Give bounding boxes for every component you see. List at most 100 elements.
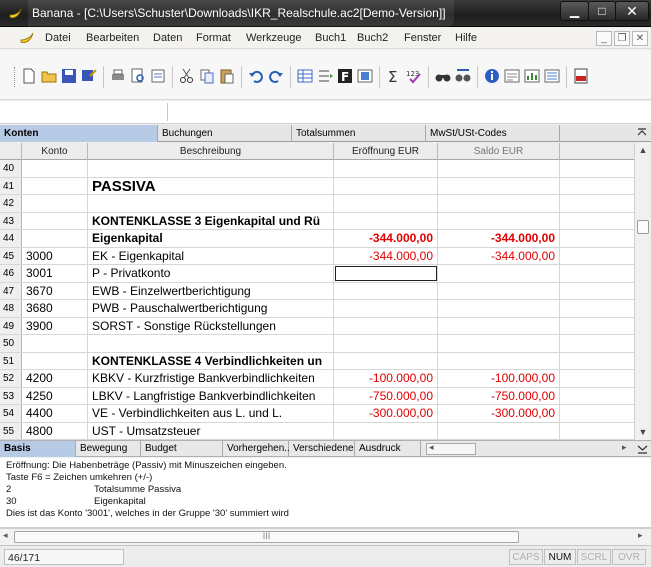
cell-beschreibung[interactable] <box>88 160 334 177</box>
row-number[interactable]: 50 <box>0 335 22 352</box>
menu-daten[interactable]: Daten <box>153 28 182 49</box>
cell-saldo[interactable] <box>438 317 560 334</box>
cell-konto[interactable] <box>22 160 88 177</box>
tab-totalsummen[interactable]: Totalsummen <box>292 125 426 142</box>
tabs-scroll-left-icon[interactable]: ◂ <box>429 442 434 453</box>
menu-werkzeuge[interactable]: Werkzeuge <box>246 28 301 49</box>
toolbar-grip[interactable] <box>14 67 16 87</box>
cell-eroeffnung[interactable] <box>334 282 438 299</box>
horizontal-scroll-thumb[interactable]: III <box>14 531 519 543</box>
save-icon[interactable] <box>60 67 78 85</box>
row-number[interactable]: 46 <box>0 265 22 282</box>
cell-konto[interactable] <box>22 177 88 194</box>
table-row[interactable]: 55 4800 UST - Umsatzsteuer <box>0 422 634 440</box>
tab-ausdruck[interactable]: Ausdruck <box>355 441 421 457</box>
insert-rows-icon[interactable] <box>316 67 334 85</box>
cell-konto[interactable]: 3000 <box>22 247 88 264</box>
cell-eroeffnung[interactable] <box>334 300 438 317</box>
cell-konto[interactable] <box>22 352 88 369</box>
cell-saldo[interactable]: -344.000,00 <box>438 247 560 264</box>
table-row[interactable]: 48 3680 PWB - Pauschalwertberichtigung <box>0 300 634 318</box>
row-number[interactable]: 53 <box>0 387 22 404</box>
cell-eroeffnung[interactable]: -100.000,00 <box>334 370 438 387</box>
balance-icon[interactable] <box>543 67 561 85</box>
row-number[interactable]: 54 <box>0 405 22 422</box>
cell-eroeffnung[interactable]: -344.000,00 <box>334 230 438 247</box>
banana-document-icon[interactable] <box>19 30 35 46</box>
menu-bearbeiten[interactable]: Bearbeiten <box>86 28 139 49</box>
row-number[interactable]: 52 <box>0 370 22 387</box>
scroll-right-icon[interactable]: ▸ <box>638 530 643 541</box>
table-row[interactable]: 46 3001 P - Privatkonto <box>0 265 634 283</box>
save-as-icon[interactable] <box>80 67 98 85</box>
cell-content-input[interactable] <box>169 103 651 121</box>
tab-verschiedene[interactable]: Verschiedene <box>289 441 355 457</box>
expand-panel-icon[interactable] <box>636 443 649 455</box>
cell-eroeffnung[interactable]: -750.000,00 <box>334 387 438 404</box>
sum-icon[interactable]: Σ <box>385 67 403 85</box>
scroll-down-icon[interactable]: ▼ <box>637 426 649 438</box>
cell-beschreibung[interactable] <box>88 195 334 212</box>
column-header-beschreibung[interactable]: Beschreibung <box>88 143 334 160</box>
table-row[interactable]: 52 4200 KBKV - Kurzfristige Bankverbindlic… <box>0 370 634 388</box>
row-number[interactable]: 48 <box>0 300 22 317</box>
tab-konten[interactable]: Konten <box>0 125 158 142</box>
column-header-eroeffnung[interactable]: Eröffnung EUR <box>334 143 438 160</box>
table-row[interactable]: 54 4400 VE - Verbindlichkeiten aus L. und … <box>0 405 634 423</box>
paste-icon[interactable] <box>218 67 236 85</box>
cell-beschreibung[interactable]: VE - Verbindlichkeiten aus L. und L. <box>88 405 334 422</box>
row-number[interactable]: 43 <box>0 212 22 229</box>
cell-konto[interactable] <box>22 335 88 352</box>
cell-eroeffnung[interactable] <box>334 422 438 439</box>
cell-eroeffnung[interactable] <box>334 317 438 334</box>
cell-reference-field[interactable] <box>0 103 168 121</box>
open-folder-icon[interactable] <box>40 67 58 85</box>
tab-budget[interactable]: Budget <box>141 441 223 457</box>
row-number[interactable]: 41 <box>0 177 22 194</box>
table-row[interactable]: 53 4250 LBKV - Langfristige Bankverbindlic… <box>0 387 634 405</box>
column-header-saldo[interactable]: Saldo EUR <box>438 143 560 160</box>
cell-saldo[interactable] <box>438 177 560 194</box>
table-row[interactable]: 43 KONTENKLASSE 3 Eigenkapital und Rü <box>0 212 634 230</box>
cell-konto[interactable] <box>22 195 88 212</box>
mdi-restore-button[interactable]: ❐ <box>614 31 630 46</box>
tab-bewegung[interactable]: Bewegung <box>76 441 141 457</box>
row-number[interactable]: 40 <box>0 160 22 177</box>
cell-saldo[interactable]: -100.000,00 <box>438 370 560 387</box>
cell-beschreibung[interactable]: LBKV - Langfristige Bankverbindlichkeite… <box>88 387 334 404</box>
column-header-konto[interactable]: Konto <box>22 143 88 160</box>
tab-basis[interactable]: Basis <box>0 441 76 457</box>
cell-saldo[interactable] <box>438 422 560 439</box>
cell-eroeffnung[interactable] <box>334 212 438 229</box>
table-row[interactable]: 41 PASSIVA <box>0 177 634 195</box>
cell-konto[interactable]: 4800 <box>22 422 88 439</box>
page-setup-icon[interactable] <box>149 67 167 85</box>
vertical-scroll-thumb[interactable] <box>637 220 649 234</box>
filter-icon[interactable]: F <box>336 67 354 85</box>
tabs-scroll-track[interactable]: ◂ <box>426 442 476 455</box>
cell-saldo[interactable] <box>438 335 560 352</box>
tab-mwst-codes[interactable]: MwSt/USt-Codes <box>426 125 560 142</box>
menu-hilfe[interactable]: Hilfe <box>455 28 477 49</box>
table-row[interactable]: 45 3000 EK - Eigenkapital -344.000,00 -344.0… <box>0 247 634 265</box>
scroll-left-icon[interactable]: ◂ <box>3 530 8 541</box>
table-row[interactable]: 47 3670 EWB - Einzelwertberichtigung <box>0 282 634 300</box>
cell-saldo[interactable] <box>438 300 560 317</box>
copy-icon[interactable] <box>198 67 216 85</box>
cell-eroeffnung[interactable] <box>334 352 438 369</box>
pdf-export-icon[interactable] <box>572 67 590 85</box>
table-row[interactable]: 42 <box>0 195 634 213</box>
print-preview-icon[interactable] <box>129 67 147 85</box>
cell-beschreibung[interactable]: KONTENKLASSE 3 Eigenkapital und Rü <box>88 212 334 229</box>
cell-saldo[interactable] <box>438 195 560 212</box>
cell-eroeffnung[interactable] <box>334 160 438 177</box>
cell-beschreibung[interactable] <box>88 335 334 352</box>
horizontal-scrollbar[interactable]: ◂ III ▸ <box>0 528 651 545</box>
account-card-icon[interactable] <box>503 67 521 85</box>
table-row[interactable]: 51 KONTENKLASSE 4 Verbindlichkeiten un <box>0 352 634 370</box>
table-row[interactable]: 50 <box>0 335 634 353</box>
cell-saldo[interactable] <box>438 352 560 369</box>
report-icon[interactable] <box>523 67 541 85</box>
cell-beschreibung[interactable]: EK - Eigenkapital <box>88 247 334 264</box>
cell-eroeffnung[interactable]: -344.000,00 <box>334 247 438 264</box>
